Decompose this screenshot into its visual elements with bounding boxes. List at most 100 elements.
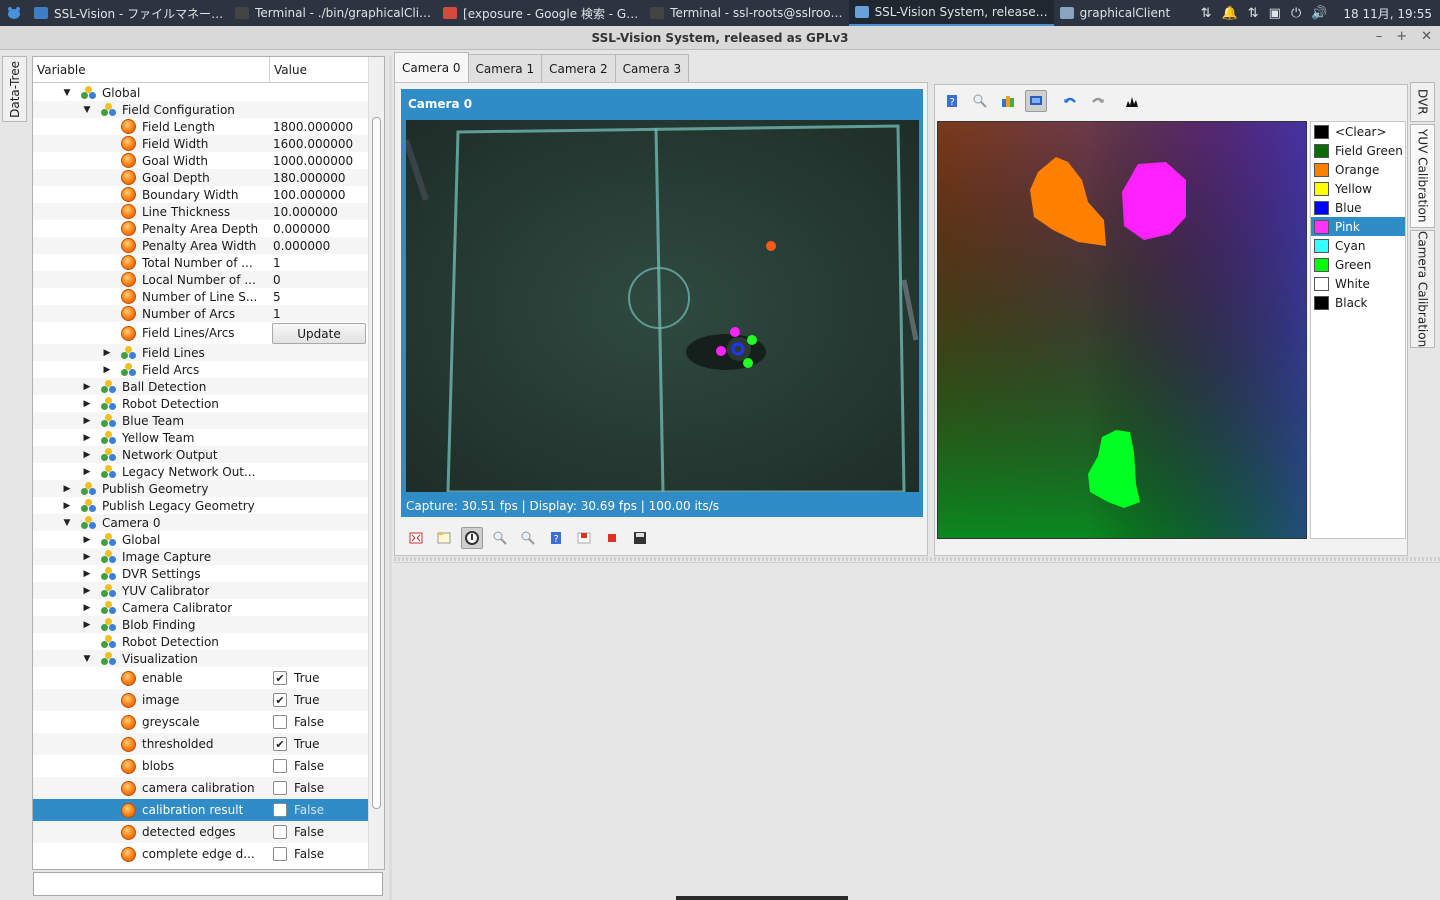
tree-row[interactable]: detected edges False <box>33 821 369 843</box>
expand-arrow-icon[interactable]: ▶ <box>81 569 93 579</box>
tree-row[interactable]: ▶ Publish Legacy Geometry <box>33 497 369 514</box>
tree-row[interactable]: ▼ Global <box>33 84 369 101</box>
zoom-in-button[interactable] <box>489 527 511 549</box>
variable-value[interactable]: False <box>273 755 324 777</box>
expand-arrow-icon[interactable]: ▶ <box>81 552 93 562</box>
expand-arrow-icon[interactable]: ▶ <box>61 501 73 511</box>
tree-row[interactable]: ▶ Global <box>33 531 369 548</box>
tree-row[interactable]: Robot Detection <box>33 633 369 650</box>
open-file-button[interactable] <box>433 527 455 549</box>
tree-row[interactable]: ▶ Legacy Network Out... <box>33 463 369 480</box>
histogram-button[interactable] <box>1121 90 1143 112</box>
checkbox-unchecked[interactable] <box>273 825 287 839</box>
column-header-variable[interactable]: Variable <box>33 57 270 82</box>
yuv-help-button[interactable]: ? <box>941 90 963 112</box>
tree-row[interactable]: blobs False <box>33 755 369 777</box>
clipboard-icon[interactable]: ▣ <box>1269 6 1281 21</box>
tab-camera-3[interactable]: Camera 3 <box>614 54 690 82</box>
dock-tab-camera-calibration[interactable]: Camera Calibration <box>1410 230 1435 348</box>
tree-row[interactable]: ▶ Image Capture <box>33 548 369 565</box>
tree-row[interactable]: Penalty Area Width 0.000000 <box>33 237 369 254</box>
color-item[interactable]: Pink <box>1311 217 1405 236</box>
network-transfer-icon[interactable]: ⇅ <box>1248 6 1259 21</box>
variable-value[interactable]: False <box>273 843 324 865</box>
tree-row[interactable]: ▶ Robot Detection <box>33 395 369 412</box>
variable-value[interactable]: False <box>273 777 324 799</box>
variable-value[interactable]: 100.000000 <box>273 186 346 203</box>
taskbar-task[interactable]: Terminal - ssl-roots@sslroo… <box>644 0 848 26</box>
tree-row[interactable]: Boundary Width 100.000000 <box>33 186 369 203</box>
expand-arrow-icon[interactable]: ▶ <box>81 382 93 392</box>
zoom-out-button[interactable] <box>517 527 539 549</box>
tree-row[interactable]: Total Number of ... 1 <box>33 254 369 271</box>
expand-arrow-icon[interactable]: ▶ <box>81 467 93 477</box>
color-item[interactable]: Field Green <box>1311 141 1405 160</box>
tree-scrollbar[interactable] <box>368 57 384 869</box>
redo-button[interactable] <box>1087 90 1109 112</box>
taskbar-task[interactable]: graphicalClient <box>1054 0 1177 26</box>
tree-row[interactable]: Line Thickness 10.000000 <box>33 203 369 220</box>
tree-row[interactable]: Number of Arcs 1 <box>33 305 369 322</box>
variable-value[interactable]: ✔ True <box>273 689 320 711</box>
checkbox-unchecked[interactable] <box>273 803 287 817</box>
app-menu-button[interactable] <box>0 0 28 26</box>
expand-arrow-icon[interactable]: ▶ <box>81 433 93 443</box>
volume-icon[interactable]: 🔊 <box>1311 6 1327 21</box>
variable-value[interactable]: False <box>273 821 324 843</box>
tree-row[interactable]: ▼ Visualization <box>33 650 369 667</box>
dock-tab-yuv-calibration[interactable]: YUV Calibration <box>1410 124 1435 228</box>
expand-arrow-icon[interactable]: ▶ <box>81 416 93 426</box>
color-item[interactable]: White <box>1311 274 1405 293</box>
taskbar-task[interactable]: [exposure - Google 検索 - G… <box>437 0 644 26</box>
help-button[interactable]: ? <box>545 527 567 549</box>
expand-arrow-icon[interactable]: ▶ <box>81 603 93 613</box>
taskbar-task[interactable]: SSL-Vision - ファイルマネー… <box>28 0 229 26</box>
variable-value[interactable]: 1 <box>273 254 281 271</box>
tree-row[interactable]: ▶ Publish Geometry <box>33 480 369 497</box>
camera-image[interactable] <box>406 120 919 492</box>
horizontal-splitter[interactable] <box>394 557 1440 561</box>
tree-row[interactable]: ▶ Network Output <box>33 446 369 463</box>
expand-arrow-icon[interactable]: ▶ <box>101 365 113 375</box>
color-item[interactable]: Black <box>1311 293 1405 312</box>
tab-camera-0[interactable]: Camera 0 <box>394 52 469 82</box>
variable-value[interactable]: ✔ True <box>273 733 320 755</box>
power-icon[interactable]: ⏻ <box>1291 6 1301 21</box>
pause-button[interactable] <box>461 527 483 549</box>
maximize-icon[interactable]: + <box>1396 29 1407 44</box>
variable-value[interactable]: False <box>273 711 324 733</box>
expand-arrow-icon[interactable]: ▶ <box>81 399 93 409</box>
tree-row[interactable]: Goal Width 1000.000000 <box>33 152 369 169</box>
expand-arrow-icon[interactable]: ▶ <box>81 586 93 596</box>
tree-row[interactable]: Number of Line S... 5 <box>33 288 369 305</box>
tree-row[interactable]: ▶ Field Arcs <box>33 361 369 378</box>
variable-value[interactable]: 1 <box>273 305 281 322</box>
variable-value[interactable]: 0.000000 <box>273 220 330 237</box>
tree-row[interactable]: Goal Depth 180.000000 <box>33 169 369 186</box>
variable-value[interactable]: ✔ True <box>273 667 320 689</box>
color-item[interactable]: Orange <box>1311 160 1405 179</box>
collapse-arrow-icon[interactable]: ▼ <box>61 88 73 98</box>
variable-value[interactable]: 1000.000000 <box>273 152 353 169</box>
clock[interactable]: 18 11月, 19:55 <box>1343 5 1432 22</box>
tree-row[interactable]: image ✔ True <box>33 689 369 711</box>
tree-row[interactable]: ▶ DVR Settings <box>33 565 369 582</box>
tree-row[interactable]: complete edge d... False <box>33 843 369 865</box>
expand-arrow-icon[interactable]: ▶ <box>81 450 93 460</box>
taskbar-task[interactable]: SSL-Vision System, release… <box>848 0 1054 26</box>
notification-bell-icon[interactable]: 🔔 <box>1222 6 1238 21</box>
dock-tab-data-tree[interactable]: Data-Tree <box>2 56 27 122</box>
variable-value[interactable]: 1800.000000 <box>273 118 353 135</box>
column-header-value[interactable]: Value <box>270 57 370 82</box>
panel-splitter[interactable] <box>389 56 392 900</box>
checkbox-unchecked[interactable] <box>273 781 287 795</box>
tree-row[interactable]: ▶ Ball Detection <box>33 378 369 395</box>
stop-button[interactable] <box>601 527 623 549</box>
scrollbar-thumb[interactable] <box>372 117 381 809</box>
dock-tab-dvr[interactable]: DVR <box>1410 82 1435 122</box>
tree-row[interactable]: thresholded ✔ True <box>33 733 369 755</box>
tree-row[interactable]: greyscale False <box>33 711 369 733</box>
undo-button[interactable] <box>1059 90 1081 112</box>
update-button[interactable]: Update <box>272 323 366 344</box>
color-item[interactable]: Blue <box>1311 198 1405 217</box>
